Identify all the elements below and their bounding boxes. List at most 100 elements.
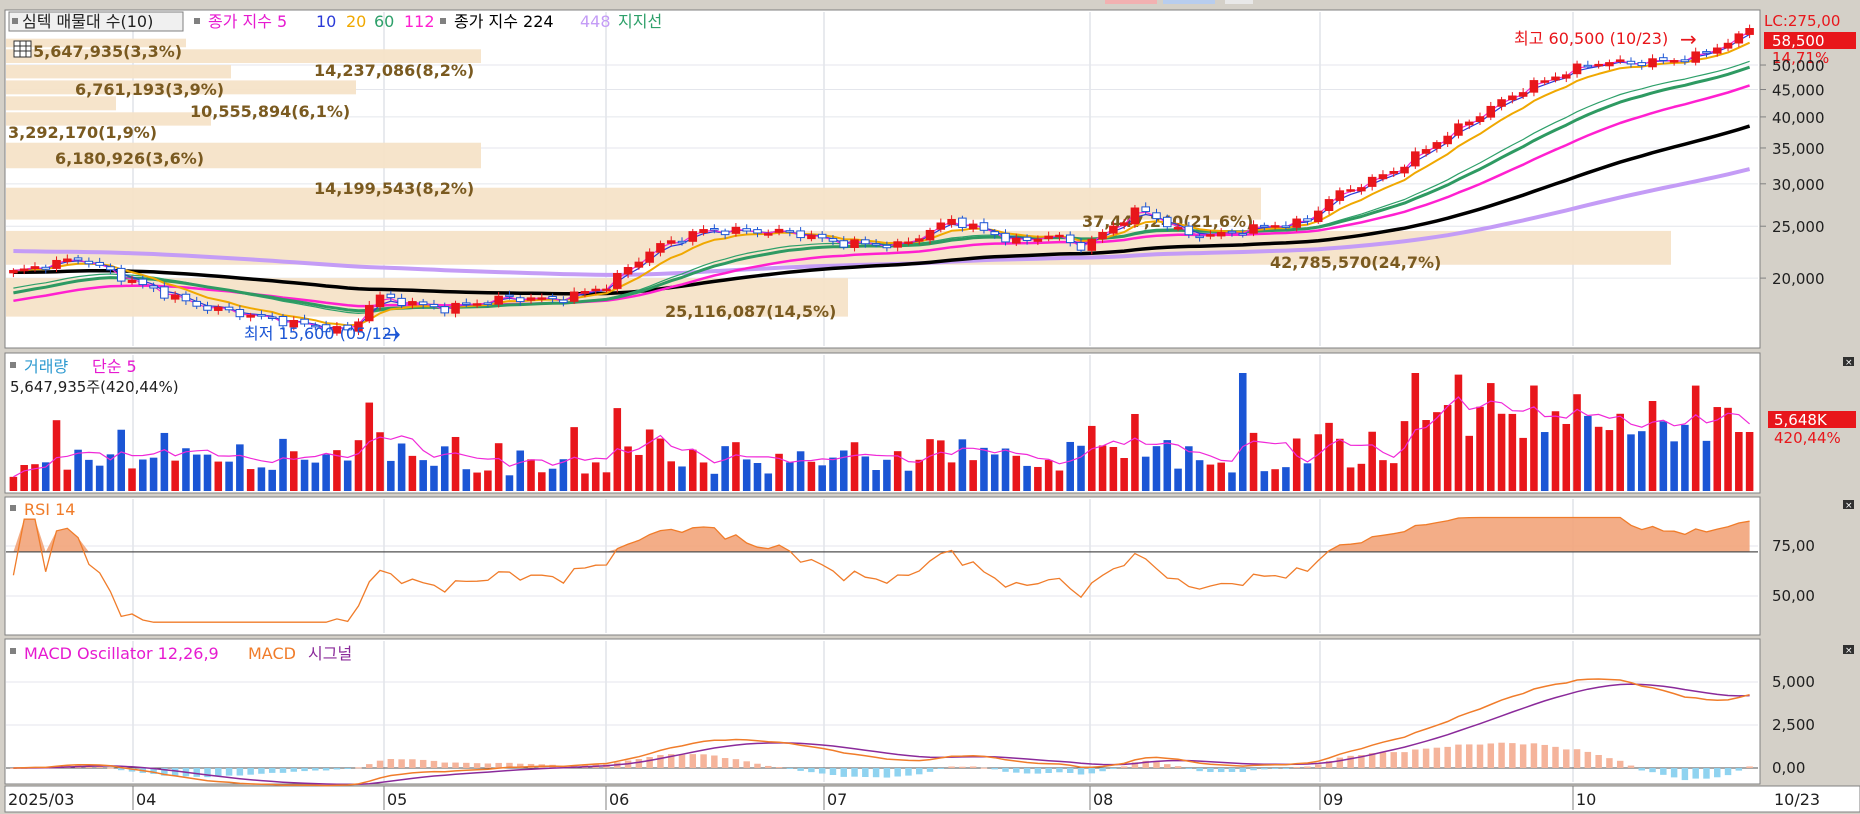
macd-oscillator-bar: [1422, 748, 1430, 768]
volume-ma-legend[interactable]: 단순 5: [92, 357, 137, 376]
candle-body: [742, 228, 751, 232]
volume-bar: [1077, 445, 1085, 491]
macd-oscillator-bar: [1606, 758, 1613, 768]
volume-bar: [171, 460, 179, 491]
volume-bar: [1109, 446, 1118, 491]
legend-ma-20[interactable]: 20: [346, 12, 366, 31]
macd-oscillator-bar: [959, 766, 966, 768]
candle-body: [871, 243, 881, 246]
legend-ma-60[interactable]: 60: [374, 12, 394, 31]
macd-oscillator-bar: [1034, 768, 1042, 774]
chart-window: 5,647,935(3,3%) 14,237,086(8,2%) 6,761,193…: [0, 0, 1860, 814]
macd-oscillator-bar: [441, 762, 448, 768]
x-tick-label: 2025/03: [8, 790, 74, 809]
candle-body: [613, 272, 622, 289]
macd-oscillator-bar: [473, 763, 481, 768]
candle-body: [936, 222, 946, 230]
legend-ma-448[interactable]: 448: [580, 12, 611, 31]
volume-bar: [947, 462, 956, 491]
volume-profile-label: 3,292,170(1,9%): [8, 123, 157, 142]
volume-bar: [1454, 374, 1463, 491]
macd-oscillator-bar: [1638, 768, 1646, 771]
rsi-legend[interactable]: RSI 14: [24, 500, 75, 519]
legend-ma-label[interactable]: 종가 지수 5: [208, 12, 287, 31]
volume-bar: [1088, 425, 1096, 491]
macd-oscillator-bar: [236, 768, 244, 776]
volume-bar: [246, 469, 255, 491]
volume-bar: [1519, 437, 1527, 491]
macd-oscillator-bar: [1530, 743, 1538, 768]
volume-bar: [1540, 432, 1549, 491]
legend-ma-112[interactable]: 112: [404, 12, 435, 31]
candle-body: [1152, 212, 1161, 220]
candle-body: [235, 309, 245, 318]
legend-stock[interactable]: 심텍 매물대 수(10): [22, 12, 153, 31]
volume-profile-label: 42,785,570(24,7%): [1270, 253, 1441, 272]
close-icon[interactable]: ×: [1843, 645, 1854, 656]
volume-bar: [1476, 406, 1484, 491]
candle-body: [731, 226, 741, 234]
macd-oscillator-bar: [452, 762, 459, 768]
candle-body: [850, 239, 859, 248]
candle-body: [1346, 189, 1355, 192]
high-label: 최고 60,500 (10/23): [1514, 29, 1668, 48]
macd-tick-5000: 5,000: [1772, 673, 1815, 691]
close-icon[interactable]: ×: [1843, 500, 1854, 511]
legend-ma2-label[interactable]: 종가 지수 224: [454, 12, 554, 31]
macd-oscillator-bar: [1185, 768, 1193, 769]
legend-support[interactable]: 지지선: [618, 12, 662, 31]
volume-bar: [1659, 421, 1668, 491]
macd-oscillator-bar: [862, 768, 869, 778]
volume-bar: [311, 462, 320, 491]
candle-body: [1357, 187, 1366, 192]
candle-body: [224, 306, 234, 311]
candle-body: [1605, 62, 1614, 67]
volume-bar: [1745, 432, 1754, 491]
volume-bar: [656, 438, 665, 491]
candle-body: [1022, 236, 1032, 241]
volume-bar: [1443, 405, 1452, 491]
macd-oscillator-bar: [1088, 768, 1096, 774]
macd-oscillator-bar: [937, 768, 945, 769]
candle-body: [537, 297, 547, 300]
volume-bar: [408, 455, 417, 491]
macd-oscillator-bar: [258, 768, 265, 774]
macd-legend[interactable]: MACD: [248, 644, 296, 663]
volume-bar: [980, 447, 988, 491]
volume-bar: [527, 459, 535, 491]
table-icon[interactable]: [13, 40, 32, 58]
candle-body: [451, 302, 460, 314]
volume-bar: [182, 448, 190, 491]
volume-profile-bar: [6, 65, 231, 79]
price-tick-label: 25,000: [1772, 218, 1825, 236]
macd-oscillator-bar: [1239, 768, 1246, 773]
macd-oscillator-bar: [1681, 768, 1689, 781]
candle-body: [1691, 51, 1700, 63]
stock-chart[interactable]: 5,647,935(3,3%) 14,237,086(8,2%) 6,761,193…: [0, 0, 1860, 814]
candle-body: [1065, 234, 1075, 244]
volume-bar: [861, 456, 870, 491]
rsi-tick-50: 50,00: [1772, 587, 1815, 605]
svg-text:×: ×: [1845, 646, 1853, 656]
macd-osc-legend[interactable]: MACD Oscillator 12,26,9: [24, 644, 219, 663]
legend-ma-10[interactable]: 10: [316, 12, 336, 31]
macd-oscillator-bar: [775, 767, 783, 769]
volume-bar: [1433, 412, 1441, 491]
candle-body: [1389, 171, 1399, 174]
macd-oscillator-bar: [376, 760, 384, 768]
macd-oscillator-bar: [290, 768, 298, 772]
macd-oscillator-bar: [872, 768, 880, 778]
close-icon[interactable]: ×: [1843, 357, 1854, 368]
macd-oscillator-bar: [1066, 768, 1074, 773]
macd-oscillator-bar: [1002, 768, 1009, 772]
volume-profile-label: 14,237,086(8,2%): [314, 61, 474, 80]
candle-body: [1076, 242, 1086, 251]
candle-body: [1238, 233, 1248, 236]
signal-legend[interactable]: 시그널: [308, 644, 352, 663]
candle-body: [559, 299, 568, 304]
candle-body: [1087, 238, 1097, 251]
candle-body: [720, 230, 730, 236]
candle-body: [1378, 174, 1388, 180]
candle-body: [408, 301, 417, 306]
volume-legend[interactable]: 거래량: [24, 357, 68, 376]
